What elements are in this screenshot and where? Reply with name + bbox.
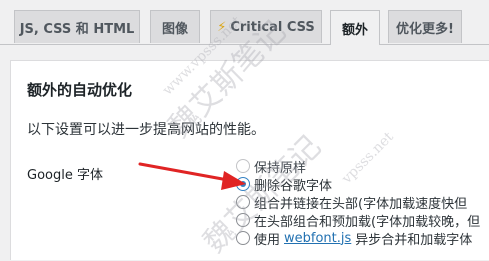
- google-fonts-label: Google 字体: [27, 168, 103, 183]
- tab-label: 优化更多!: [396, 21, 454, 37]
- tab-label: JS, CSS 和 HTML: [19, 21, 135, 37]
- option-label: 在头部组合和预加载(字体加载较晚，但: [254, 214, 481, 230]
- settings-tab-bar: JS, CSS 和 HTML 图像 ⚡ Critical CSS 额外 优化更多…: [0, 0, 489, 45]
- radio-button-checked[interactable]: [236, 177, 250, 191]
- tab-label: 图像: [161, 21, 188, 37]
- tab-optimize-more[interactable]: 优化更多!: [388, 10, 462, 43]
- webfont-js-link[interactable]: webfont.js: [284, 231, 351, 246]
- tab-label: Critical CSS: [230, 19, 315, 35]
- option-label-suffix: 异步合并和加载字体: [355, 232, 473, 248]
- option-label: 保持原样: [254, 160, 307, 176]
- radio-button[interactable]: [236, 231, 250, 245]
- tab-images[interactable]: 图像: [150, 10, 200, 43]
- lightning-bolt-icon: ⚡: [217, 19, 227, 35]
- section-title: 额外的自动优化: [27, 81, 133, 99]
- radio-option-combine-preload[interactable]: 在头部组合和预加载(字体加载较晚，但: [236, 211, 481, 230]
- radio-option-remove[interactable]: 删除谷歌字体: [236, 175, 333, 194]
- radio-button[interactable]: [236, 213, 250, 227]
- radio-option-webfont-js[interactable]: 使用 webfont.js 异步合并和加载字体: [236, 229, 473, 248]
- section-description: 以下设置可以进一步提高网站的性能。: [27, 122, 265, 138]
- radio-button[interactable]: [236, 195, 250, 209]
- tab-extra[interactable]: 额外: [330, 10, 380, 45]
- option-label: 组合并链接在头部(字体加载速度快但: [254, 196, 468, 212]
- radio-button[interactable]: [236, 159, 250, 173]
- radio-option-keep[interactable]: 保持原样: [236, 157, 307, 176]
- option-label: 删除谷歌字体: [254, 178, 333, 194]
- option-label-prefix: 使用: [254, 232, 281, 248]
- radio-option-combine-link[interactable]: 组合并链接在头部(字体加载速度快但: [236, 193, 468, 212]
- tab-js-css-html[interactable]: JS, CSS 和 HTML: [14, 10, 140, 43]
- tab-label: 额外: [341, 22, 368, 38]
- tab-critical-css[interactable]: ⚡ Critical CSS: [210, 10, 322, 43]
